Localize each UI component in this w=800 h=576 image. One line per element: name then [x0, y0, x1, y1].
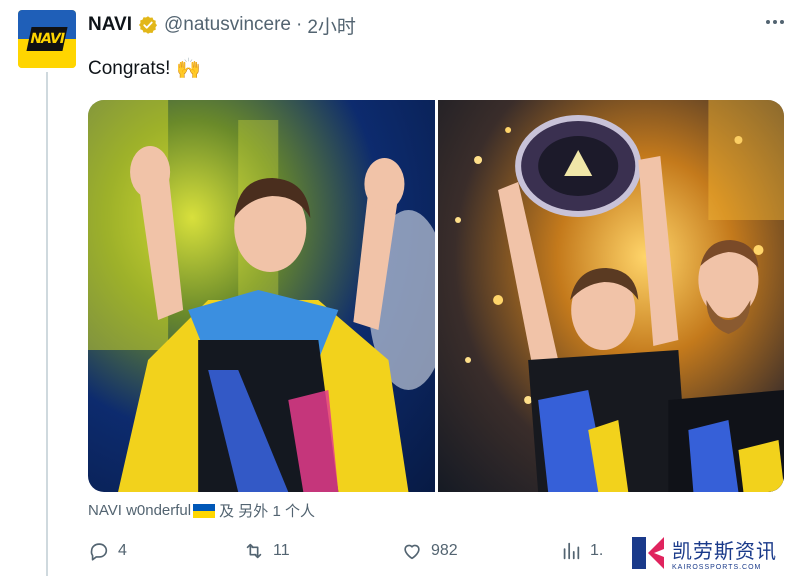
views-chart-icon — [563, 542, 580, 560]
tweet-header: NAVI @natusvincere · 2小时 — [88, 12, 356, 38]
like-count: 982 — [431, 542, 458, 559]
avatar[interactable]: NAVI — [18, 10, 76, 68]
watermark-en: KAIROSSPORTS.COM — [672, 564, 762, 571]
retweet-icon — [246, 543, 262, 559]
photo-trophy-lift[interactable] — [437, 100, 784, 492]
more-dot — [766, 20, 770, 24]
media-grid — [88, 100, 784, 492]
navi-logo: NAVI — [26, 27, 68, 51]
retweet-count: 11 — [273, 542, 290, 559]
separator-dot: · — [296, 14, 303, 35]
photo-1-illustration — [88, 100, 435, 492]
more-options-icon[interactable] — [766, 20, 784, 24]
kairos-logo-icon — [632, 537, 664, 569]
photo-player-celebrating[interactable] — [88, 100, 435, 492]
tweet-time[interactable]: 2小时 — [307, 12, 356, 39]
heart-icon — [404, 544, 420, 560]
thread-line — [46, 72, 48, 576]
more-dot — [780, 20, 784, 24]
retweet-button[interactable]: 11 — [243, 540, 290, 562]
ukraine-flag-icon — [193, 503, 216, 518]
flag-blue — [193, 503, 216, 511]
author-handle[interactable]: @natusvincere — [164, 14, 291, 36]
tagged-suffix[interactable]: 及 另外 1 个人 — [219, 500, 315, 521]
reply-count: 4 — [118, 542, 127, 559]
tweet-body: Congrats! — [88, 57, 171, 79]
tweet-text: Congrats! 🙌 — [88, 56, 201, 81]
tagged-people[interactable]: NAVI w0nderful 及 另外 1 个人 — [88, 500, 315, 521]
more-dot — [773, 20, 777, 24]
tagged-user[interactable]: NAVI w0nderful — [88, 502, 191, 519]
raising-hands-emoji: 🙌 — [176, 58, 202, 80]
author-name[interactable]: NAVI — [88, 14, 132, 36]
views-count: 1. — [590, 542, 604, 559]
views-button[interactable]: 1. — [560, 540, 603, 562]
watermark-cn: 凯劳斯资讯 — [672, 539, 777, 563]
watermark: 凯劳斯资讯 KAIROSSPORTS.COM — [624, 530, 800, 576]
verified-badge-icon[interactable] — [138, 15, 158, 35]
reply-button[interactable]: 4 — [88, 540, 127, 562]
flag-yellow — [193, 510, 216, 518]
watermark-text: 凯劳斯资讯 KAIROSSPORTS.COM — [672, 535, 777, 571]
reply-icon — [90, 543, 108, 561]
photo-2-illustration — [454, 100, 784, 492]
like-button[interactable]: 982 — [401, 540, 458, 562]
